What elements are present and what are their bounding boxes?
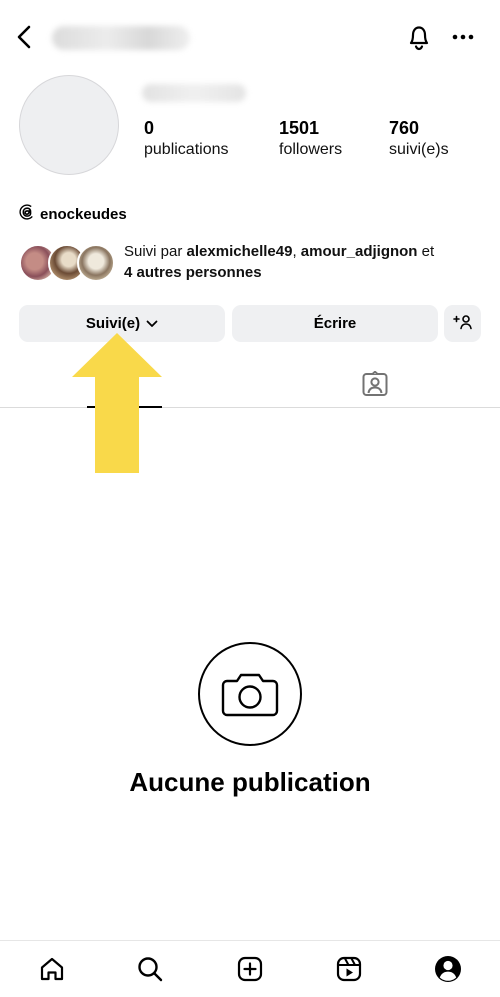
home-icon [40, 957, 64, 981]
nav-home[interactable] [36, 953, 68, 985]
nav-search[interactable] [134, 953, 166, 985]
stat-value: 1501 [279, 118, 320, 138]
mutual-separator: , [292, 243, 301, 260]
message-button-label: Écrire [313, 315, 357, 332]
suggest-users-button[interactable] [444, 305, 481, 342]
message-button[interactable]: Écrire [232, 305, 438, 342]
create-icon [237, 956, 263, 982]
threads-icon [19, 203, 35, 225]
stat-following[interactable]: 760 suivi(e)s [389, 118, 449, 160]
mutual-others[interactable]: 4 autres personnes [124, 264, 262, 281]
empty-state-camera [198, 642, 302, 746]
chevron-down-icon [146, 315, 158, 332]
tab-tagged[interactable] [360, 370, 390, 397]
mutual-followers[interactable]: Suivi par alexmichelle49, amour_adjignon… [19, 241, 489, 285]
mutual-avatars [19, 244, 119, 282]
annotation-arrow [72, 333, 162, 473]
chevron-left-icon[interactable] [10, 22, 38, 52]
tagged-icon [362, 370, 388, 396]
camera-icon [221, 673, 279, 717]
mutual-text: Suivi par alexmichelle49, amour_adjignon… [124, 241, 489, 283]
bell-icon[interactable] [405, 22, 433, 52]
nav-reels[interactable] [333, 953, 365, 985]
follow-button-label: Suivi(e) [85, 315, 141, 332]
empty-state-title: Aucune publication [129, 767, 371, 797]
stat-value: 760 [389, 118, 420, 138]
stat-value: 0 [144, 118, 155, 138]
add-person-icon [452, 314, 473, 334]
username-redacted [52, 26, 190, 50]
bottom-nav [0, 940, 500, 997]
mutual-user-2[interactable]: amour_adjignon [301, 243, 418, 260]
mutual-conjunction: et [417, 243, 435, 260]
top-bar [0, 0, 500, 76]
stat-followers[interactable]: 1501 followers [279, 118, 342, 160]
reels-icon [336, 956, 362, 982]
stat-publications[interactable]: 0 publications [144, 118, 229, 160]
profile-icon [435, 956, 461, 982]
stat-label: followers [279, 141, 343, 158]
avatar [77, 244, 115, 282]
threads-badge[interactable]: enockeudes [19, 203, 127, 225]
search-icon [138, 957, 163, 982]
nav-create[interactable] [234, 953, 266, 985]
display-name-redacted [142, 84, 246, 102]
profile-avatar[interactable] [19, 75, 119, 175]
threads-handle: enockeudes [40, 205, 127, 223]
stat-label: suivi(e)s [389, 141, 449, 158]
mutual-prefix: Suivi par [124, 243, 187, 260]
mutual-user-1[interactable]: alexmichelle49 [187, 243, 293, 260]
nav-profile[interactable] [432, 953, 464, 985]
stat-label: publications [144, 141, 229, 158]
more-horizontal-icon[interactable] [450, 22, 476, 52]
